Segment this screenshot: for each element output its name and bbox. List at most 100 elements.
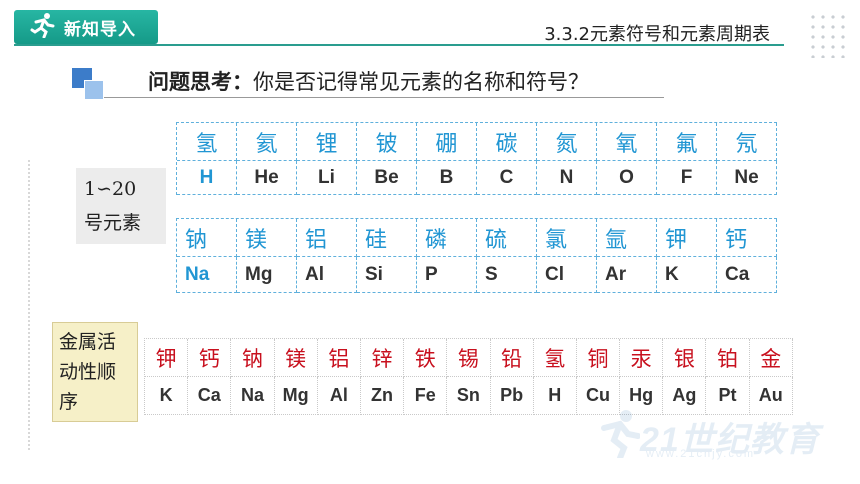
section-tab-label: 新知导入 (64, 19, 136, 40)
element-symbol-cell: P (417, 257, 477, 293)
element-name-cell: 氖 (717, 123, 777, 161)
metal-name: 汞 (630, 346, 652, 371)
metal-name: 铅 (501, 346, 523, 371)
metal-name-cell: 钾 (145, 339, 189, 377)
element-name: 锂 (315, 131, 338, 157)
element-name-cell: 氟 (657, 123, 717, 161)
element-symbol: Cl (545, 263, 564, 285)
activity-series-table: 钾 钙 钠 镁 铝 锌 铁 锡 铅 氢 铜 汞 银 铂 金 K Ca Na Mg… (144, 338, 793, 415)
page-title: 3.3.2元素符号和元素周期表 (544, 24, 770, 45)
activity-series-label: 金属活 动性顺 序 (52, 322, 138, 422)
element-name-cell: 氯 (537, 219, 597, 257)
metal-symbol-cell: H (533, 377, 577, 415)
element-name-cell: 氦 (237, 123, 297, 161)
metal-symbol: Pb (500, 385, 524, 405)
element-symbol: Mg (245, 263, 273, 285)
metal-symbol: Ca (197, 385, 221, 405)
metal-symbol: H (548, 385, 562, 405)
element-symbol-cell: B (417, 161, 477, 195)
element-symbol: N (559, 166, 574, 188)
element-name: 氮 (555, 131, 578, 157)
metal-symbol: Al (329, 385, 348, 405)
element-symbol-cell: S (477, 257, 537, 293)
element-symbol: C (499, 166, 514, 188)
metal-symbol-cell: Zn (360, 377, 405, 415)
squares-icon (72, 68, 104, 100)
question-text: 你是否记得常见元素的名称和符号？ (253, 70, 589, 94)
metal-symbol: Pt (718, 385, 737, 405)
metal-name: 锌 (371, 346, 393, 371)
element-name-cell: 锂 (297, 123, 357, 161)
metal-name: 银 (673, 346, 695, 371)
element-name-cell: 碳 (477, 123, 537, 161)
element-name-cell: 硼 (417, 123, 477, 161)
metal-name: 铜 (587, 346, 609, 371)
element-symbol: Be (374, 166, 399, 188)
metal-name-cell: 铝 (317, 339, 361, 377)
elements-1-20-label: 1∽20 号元素 (76, 168, 166, 244)
element-symbol-cell: C (477, 161, 537, 195)
metal-symbol: Au (758, 385, 783, 405)
element-name-cell: 钾 (657, 219, 717, 257)
element-name: 镁 (245, 227, 268, 253)
metal-symbol-cell: K (145, 377, 189, 415)
element-symbol-cell: Li (297, 161, 357, 195)
element-symbol-cell: Cl (537, 257, 597, 293)
metal-symbol: K (159, 385, 173, 405)
element-name-cell: 氧 (597, 123, 657, 161)
metal-name-cell: 金 (749, 339, 793, 377)
metal-symbol: Ag (672, 385, 697, 405)
element-symbol: B (439, 166, 454, 188)
element-name: 钾 (665, 227, 688, 253)
element-name-cell: 钙 (717, 219, 777, 257)
element-name: 碳 (495, 131, 518, 157)
element-name: 氧 (615, 131, 638, 157)
element-symbol-cell: O (597, 161, 657, 195)
metal-symbol-cell: Fe (404, 377, 448, 415)
metal-name-cell: 铂 (706, 339, 750, 377)
element-symbol-cell: K (657, 257, 717, 293)
element-name: 磷 (425, 227, 448, 253)
metal-name-cell: 锌 (360, 339, 405, 377)
element-symbol: Ne (734, 166, 759, 188)
metal-name: 铝 (328, 346, 350, 371)
element-name-cell: 钠 (177, 219, 237, 257)
metal-name: 钙 (198, 346, 220, 371)
element-symbol-cell: Na (177, 257, 237, 293)
metal-name: 铂 (717, 346, 739, 371)
element-name: 硅 (365, 227, 388, 253)
runner-icon (30, 12, 60, 42)
element-name: 钙 (725, 227, 748, 253)
element-name: 氖 (735, 131, 758, 157)
elements-table-row2: 钠 镁 铝 硅 磷 硫 氯 氩 钾 钙 Na Mg Al Si P S Cl A… (176, 218, 777, 293)
element-symbol: Na (185, 263, 210, 285)
element-symbol: P (425, 263, 438, 285)
element-name: 氯 (545, 227, 568, 253)
metal-symbol: Na (240, 385, 264, 405)
metal-name: 锡 (457, 346, 479, 371)
watermark-url: www.21cnjy.com (646, 448, 756, 460)
element-name: 氩 (605, 227, 628, 253)
metal-name: 钾 (155, 346, 177, 371)
element-symbol: Ca (725, 263, 750, 285)
label-line: 序 (59, 391, 79, 413)
metal-symbol: Zn (371, 385, 394, 405)
metal-name-cell: 钠 (231, 339, 275, 377)
metal-symbol-cell: Sn (447, 377, 491, 415)
element-name-cell: 氢 (177, 123, 237, 161)
metal-name-cell: 钙 (188, 339, 232, 377)
element-name: 氢 (195, 131, 218, 157)
element-symbol: F (680, 166, 693, 188)
label-line: 号元素 (84, 212, 142, 234)
metal-symbol-cell: Mg (274, 377, 318, 415)
element-name: 氦 (255, 131, 278, 157)
metal-name: 铁 (414, 346, 436, 371)
element-symbol: Si (365, 263, 383, 285)
element-name: 硫 (485, 227, 508, 253)
element-symbol: Ar (605, 263, 627, 285)
metal-symbol-cell: Al (317, 377, 361, 415)
element-name-cell: 硫 (477, 219, 537, 257)
element-name-cell: 氩 (597, 219, 657, 257)
element-name: 钠 (185, 227, 208, 253)
metal-symbol-cell: Na (231, 377, 275, 415)
